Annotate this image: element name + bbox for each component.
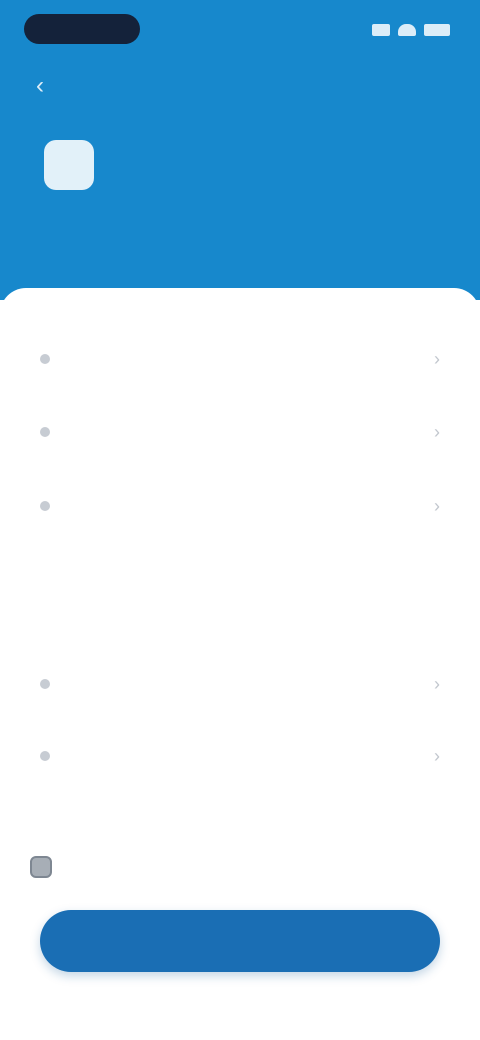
list-item-icon <box>40 354 50 364</box>
chevron-right-icon: › <box>434 673 440 694</box>
list-item-2[interactable]: › <box>40 404 440 460</box>
chevron-right-icon: › <box>434 745 440 766</box>
app-logo-icon <box>44 140 94 190</box>
header-banner: ‹ <box>0 0 480 300</box>
list-item-icon <box>40 427 50 437</box>
section-title <box>42 604 242 628</box>
battery-icon <box>424 24 450 36</box>
list-item-3[interactable]: › <box>40 478 440 534</box>
nav-bar: ‹ <box>0 66 480 106</box>
list-item-icon <box>40 679 50 689</box>
status-icons <box>372 20 450 40</box>
page-title <box>160 76 340 98</box>
wifi-icon <box>398 24 416 36</box>
status-time <box>24 14 140 44</box>
list-item-1[interactable]: › <box>40 331 440 387</box>
status-bar <box>0 0 480 60</box>
signal-icon <box>372 24 390 36</box>
agreement-checkbox[interactable] <box>30 856 52 878</box>
chevron-right-icon: › <box>434 348 440 369</box>
list-item-icon <box>40 501 50 511</box>
back-arrow-icon[interactable]: ‹ <box>26 72 54 100</box>
agreement-row <box>30 852 430 882</box>
chevron-right-icon: › <box>434 495 440 516</box>
chevron-right-icon: › <box>434 421 440 442</box>
header-description <box>40 230 410 254</box>
list-item-icon <box>40 751 50 761</box>
primary-button[interactable] <box>40 910 440 972</box>
section-item-1[interactable]: › <box>40 656 440 712</box>
section-item-2[interactable]: › <box>40 728 440 784</box>
